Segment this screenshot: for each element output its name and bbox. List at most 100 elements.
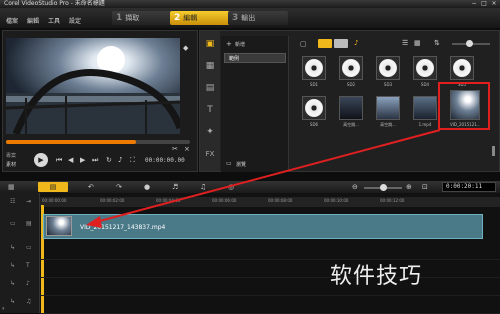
player-timecode[interactable]: 00:00:00.00: [145, 157, 185, 164]
auto-music-icon[interactable]: ♫: [200, 183, 206, 191]
ruler-label: 00:00:10:00: [324, 198, 349, 203]
project-mode-label[interactable]: 專案: [6, 152, 16, 159]
music-track[interactable]: [40, 296, 500, 314]
previous-frame-icon[interactable]: ◀: [68, 156, 73, 164]
clip-mode-label[interactable]: 素材: [6, 161, 16, 168]
overlay-track-toggle-icon[interactable]: ▭: [26, 244, 32, 251]
clip-label: VID_20151217_143837.mp4: [80, 224, 166, 231]
show-video-icon[interactable]: [318, 39, 332, 48]
thumbnail-view-icon[interactable]: ▦: [414, 39, 421, 47]
preview-frame-image: [6, 38, 180, 134]
scrub-bar[interactable]: [6, 140, 190, 144]
title-track-icon[interactable]: ↳: [10, 262, 15, 269]
library-thumbnail[interactable]: [339, 96, 363, 120]
zoom-slider[interactable]: [364, 184, 402, 191]
tab-share[interactable]: 3 輸出: [228, 11, 288, 25]
record-capture-icon[interactable]: ●: [144, 183, 150, 191]
music-track-toggle-icon[interactable]: ♫: [26, 298, 31, 305]
split-icon[interactable]: ✂: [172, 145, 178, 153]
show-audio-icon[interactable]: ♪: [354, 39, 358, 47]
tab-share-label: 輸出: [241, 14, 256, 22]
overlay-track-icon[interactable]: ↳: [10, 244, 15, 251]
ruler-label: 00:00:08:00: [268, 198, 293, 203]
close-clip-icon[interactable]: ×: [184, 145, 190, 153]
library-thumbnail[interactable]: [376, 96, 400, 120]
redo-icon[interactable]: ↷: [116, 183, 122, 191]
title-track[interactable]: [40, 260, 500, 278]
add-folder-label[interactable]: 新增: [235, 41, 245, 48]
title-track-toggle-icon[interactable]: T: [26, 262, 30, 269]
play-button[interactable]: ▶: [34, 153, 48, 167]
tab-edit[interactable]: 2 編輯: [170, 11, 230, 25]
sort-icon[interactable]: ⇅: [434, 39, 440, 47]
track-count-icon[interactable]: ▾: [2, 306, 5, 312]
panel-toggle-icon[interactable]: ◆: [183, 44, 188, 52]
storyboard-view-icon[interactable]: ▦: [8, 183, 15, 191]
tab-capture[interactable]: 1 擷取: [112, 11, 172, 25]
repeat-icon[interactable]: ↻: [106, 156, 112, 164]
zoom-out-icon[interactable]: ⊖: [352, 183, 358, 191]
library-thumbnail[interactable]: [302, 96, 326, 120]
library-thumbnail[interactable]: [450, 56, 474, 80]
menu-settings[interactable]: 設定: [69, 16, 81, 25]
scrub-progress: [6, 140, 136, 144]
sound-mixer-icon[interactable]: ♬: [172, 183, 178, 191]
transition-icon[interactable]: ▦: [204, 60, 216, 72]
menu-file[interactable]: 檔案: [6, 16, 18, 25]
step-number: 3: [232, 13, 239, 23]
folder-icon[interactable]: ▢: [300, 40, 307, 48]
media-library-icon[interactable]: ▣: [204, 38, 216, 50]
thumbnail-caption: 高空跳...: [380, 122, 396, 127]
end-icon[interactable]: ⏭: [92, 156, 98, 165]
zoom-slider-knob[interactable]: [380, 184, 387, 191]
voice-track-toggle-icon[interactable]: ♪: [26, 280, 30, 287]
browse-label[interactable]: 瀏覽: [236, 161, 246, 168]
next-frame-icon[interactable]: ▶: [80, 156, 85, 164]
library-thumbnail[interactable]: [413, 96, 437, 120]
close-button[interactable]: ×: [490, 0, 498, 8]
video-track-toggle-icon[interactable]: ▤: [26, 220, 32, 227]
library-thumbnail[interactable]: [413, 56, 437, 80]
menu-edit[interactable]: 編輯: [27, 16, 39, 25]
filter-icon[interactable]: FX: [204, 148, 216, 160]
thumbnail-size-slider[interactable]: [452, 40, 490, 47]
title-icon[interactable]: T: [204, 104, 216, 116]
ruler-label: 00:00:04:00: [156, 198, 181, 203]
disc-icon: [453, 59, 471, 77]
undo-icon[interactable]: ↶: [88, 183, 94, 191]
ruler-label: 00:00:02:00: [100, 198, 125, 203]
fullscreen-icon[interactable]: ⛶: [130, 156, 135, 165]
motion-track-icon[interactable]: ◎: [228, 183, 234, 191]
overlay-track[interactable]: [40, 242, 500, 260]
library-thumbnail[interactable]: [302, 56, 326, 80]
voice-track[interactable]: [40, 278, 500, 296]
voice-track-icon[interactable]: ↳: [10, 280, 15, 287]
video-track-icon[interactable]: ▭: [10, 220, 16, 227]
project-duration-timecode[interactable]: 0:00:20:11: [442, 182, 496, 192]
track-manager-icon[interactable]: ☷: [10, 198, 15, 205]
maximize-button[interactable]: □: [480, 0, 488, 8]
fit-project-icon[interactable]: ⊡: [422, 183, 428, 191]
library-scrollbar[interactable]: [492, 146, 495, 156]
library-thumbnail[interactable]: [339, 56, 363, 80]
home-icon[interactable]: ⏮: [56, 156, 62, 165]
motion-icon[interactable]: ✦: [204, 126, 216, 138]
track-headers: [0, 193, 40, 313]
music-track-icon[interactable]: ↳: [10, 298, 15, 305]
browse-icon[interactable]: ▭: [226, 160, 232, 167]
disc-icon: [305, 99, 323, 117]
show-photo-icon[interactable]: [334, 39, 348, 48]
add-folder-icon[interactable]: +: [226, 40, 232, 48]
library-thumbnail[interactable]: [376, 56, 400, 80]
graphic-icon[interactable]: ▤: [204, 82, 216, 94]
timeline-view-icon[interactable]: ▤: [38, 182, 68, 192]
ripple-edit-icon[interactable]: ⇥: [26, 198, 31, 205]
menu-tools[interactable]: 工具: [48, 16, 60, 25]
zoom-in-icon[interactable]: ⊕: [406, 183, 412, 191]
thumbnail-caption: 高空跳...: [343, 122, 359, 127]
slider-knob[interactable]: [466, 40, 473, 47]
folder-item-samples[interactable]: 範例: [224, 53, 286, 63]
volume-icon[interactable]: ♪: [118, 156, 122, 164]
minimize-button[interactable]: −: [470, 0, 478, 8]
list-view-icon[interactable]: ☰: [402, 39, 408, 47]
